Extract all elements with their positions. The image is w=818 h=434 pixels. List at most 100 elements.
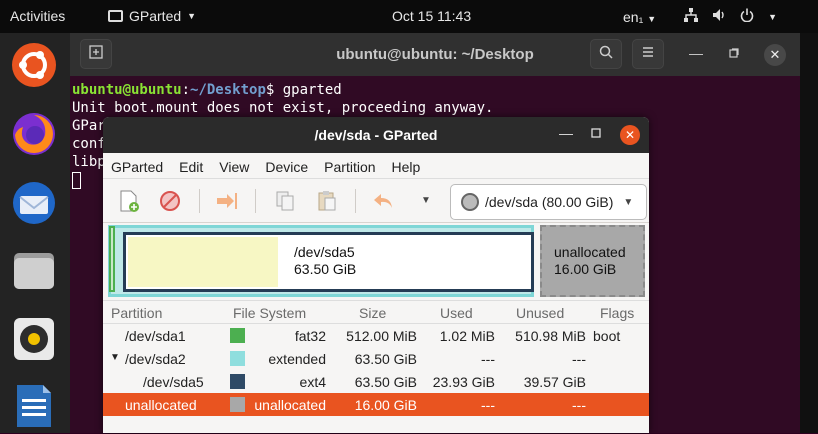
language-label: en₁ <box>623 8 644 25</box>
rhythmbox-icon[interactable] <box>11 316 57 362</box>
column-unused[interactable]: Unused <box>516 305 564 321</box>
ubuntu-software-icon[interactable] <box>11 42 57 88</box>
unallocated-map-name: unallocated <box>554 244 626 260</box>
top-bar: Activities GParted ▼ Oct 15 11:43 en₁ ▼ … <box>0 0 818 33</box>
device-selector-label: /dev/sda (80.00 GiB) <box>485 194 614 210</box>
search-icon <box>599 45 613 59</box>
maximize-button[interactable] <box>591 125 601 141</box>
scrollbar[interactable] <box>800 33 818 433</box>
terminal-header-bar[interactable]: ubuntu@ubuntu: ~/Desktop — ✕ <box>70 33 800 76</box>
maximize-icon <box>729 48 739 58</box>
network-icon[interactable] <box>684 8 699 25</box>
hamburger-icon <box>643 47 653 57</box>
cell-unused: 39.57 GiB <box>523 374 586 390</box>
close-button[interactable]: ✕ <box>764 44 786 66</box>
prompt-colon: : <box>181 82 191 98</box>
new-document-icon <box>120 190 139 212</box>
minimize-button[interactable]: — <box>689 45 703 61</box>
column-partition[interactable]: Partition <box>111 305 162 321</box>
cell-used: 23.93 GiB <box>432 374 495 390</box>
cell-filesystem: extended <box>268 351 326 367</box>
delete-partition-button[interactable] <box>158 189 184 213</box>
app-menu[interactable]: GParted ▼ <box>108 8 196 24</box>
filesystem-color-swatch <box>230 328 245 343</box>
cell-unused: --- <box>572 397 586 413</box>
files-icon[interactable] <box>11 247 57 293</box>
table-row-selected[interactable]: unallocated unallocated 16.00 GiB --- --… <box>103 393 649 416</box>
cell-used: 1.02 MiB <box>439 328 495 344</box>
unallocated-map-size: 16.00 GiB <box>554 261 617 277</box>
sda5-map-label: /dev/sda5 63.50 GiB <box>294 244 356 278</box>
close-button[interactable]: ✕ <box>620 125 640 145</box>
system-tray[interactable]: en₁ ▼ ▼ <box>623 8 777 25</box>
sda5-map-name: /dev/sda5 <box>294 244 355 260</box>
libreoffice-writer-icon[interactable] <box>11 383 57 429</box>
extended-partition-block[interactable]: /dev/sda5 63.50 GiB <box>108 225 534 297</box>
hamburger-menu-button[interactable] <box>632 39 664 69</box>
toolbar-separator <box>255 189 256 213</box>
activities-button[interactable]: Activities <box>10 8 65 24</box>
paste-button[interactable] <box>315 189 341 213</box>
undo-button[interactable] <box>371 189 397 213</box>
copy-button[interactable] <box>273 189 299 213</box>
cell-size: 512.00 MiB <box>346 328 417 344</box>
menu-device[interactable]: Device <box>257 153 316 178</box>
thunderbird-icon[interactable] <box>11 180 57 226</box>
table-row[interactable]: ▼ /dev/sda2 extended 63.50 GiB --- --- <box>103 347 649 370</box>
power-icon[interactable] <box>740 8 754 25</box>
search-button[interactable] <box>590 39 622 69</box>
filesystem-color-swatch <box>230 374 245 389</box>
chevron-down-icon: ▼ <box>623 196 634 208</box>
gparted-title-bar[interactable]: /dev/sda - GParted — ✕ <box>103 117 649 153</box>
cell-filesystem: ext4 <box>299 374 326 390</box>
prompt-user: ubuntu@ubuntu <box>72 82 182 98</box>
table-row[interactable]: /dev/sda5 ext4 63.50 GiB 23.93 GiB 39.57… <box>103 370 649 393</box>
resize-arrow-icon <box>217 193 237 209</box>
sda5-partition-block[interactable]: /dev/sda5 63.50 GiB <box>123 232 534 292</box>
expander-icon[interactable]: ▼ <box>110 352 120 363</box>
chevron-down-icon: ▼ <box>647 13 657 24</box>
apply-dropdown-chevron[interactable]: ▼ <box>421 195 431 206</box>
used-space-bar <box>128 237 278 287</box>
hard-disk-icon <box>461 193 479 211</box>
column-used[interactable]: Used <box>440 305 473 321</box>
volume-icon[interactable] <box>712 8 726 25</box>
partition-map: /dev/sda5 63.50 GiB unallocated 16.00 Gi… <box>108 225 647 297</box>
menu-edit[interactable]: Edit <box>171 153 211 178</box>
unallocated-block[interactable]: unallocated 16.00 GiB <box>540 225 645 297</box>
menu-help[interactable]: Help <box>384 153 429 178</box>
cell-used: --- <box>481 397 495 413</box>
copy-icon <box>276 191 294 211</box>
sda5-map-size: 63.50 GiB <box>294 261 357 277</box>
cell-size: 63.50 GiB <box>354 374 417 390</box>
cell-used: --- <box>481 351 495 367</box>
column-filesystem[interactable]: File System <box>233 305 306 321</box>
clock[interactable]: Oct 15 11:43 <box>392 8 471 24</box>
resize-move-button[interactable] <box>215 189 241 213</box>
terminal-cursor <box>72 171 81 189</box>
column-size[interactable]: Size <box>359 305 386 321</box>
cell-unused: --- <box>572 351 586 367</box>
language-indicator[interactable]: en₁ ▼ <box>623 9 656 25</box>
menu-gparted[interactable]: GParted <box>103 153 171 178</box>
cell-flags: boot <box>593 328 621 344</box>
chevron-down-icon: ▼ <box>187 11 197 21</box>
cell-partition: /dev/sda1 <box>125 328 186 344</box>
menu-view[interactable]: View <box>211 153 257 178</box>
sda1-partition-block[interactable] <box>109 226 115 292</box>
dock <box>0 33 70 433</box>
partition-table: Partition File System Size Used Unused F… <box>103 300 649 416</box>
cell-size: 63.50 GiB <box>354 351 417 367</box>
minimize-button[interactable]: — <box>559 125 573 141</box>
toolbar-separator <box>355 189 356 213</box>
device-selector[interactable]: /dev/sda (80.00 GiB) ▼ <box>450 184 647 220</box>
table-row[interactable]: /dev/sda1 fat32 512.00 MiB 1.02 MiB 510.… <box>103 324 649 347</box>
menu-bar: GParted Edit View Device Partition Help <box>103 153 649 179</box>
column-flags[interactable]: Flags <box>600 305 634 321</box>
menu-partition[interactable]: Partition <box>316 153 383 178</box>
new-partition-button[interactable] <box>117 189 143 213</box>
app-menu-label: GParted <box>129 8 182 24</box>
maximize-button[interactable] <box>729 45 739 63</box>
firefox-icon[interactable] <box>11 111 57 157</box>
table-header: Partition File System Size Used Unused F… <box>103 300 649 324</box>
